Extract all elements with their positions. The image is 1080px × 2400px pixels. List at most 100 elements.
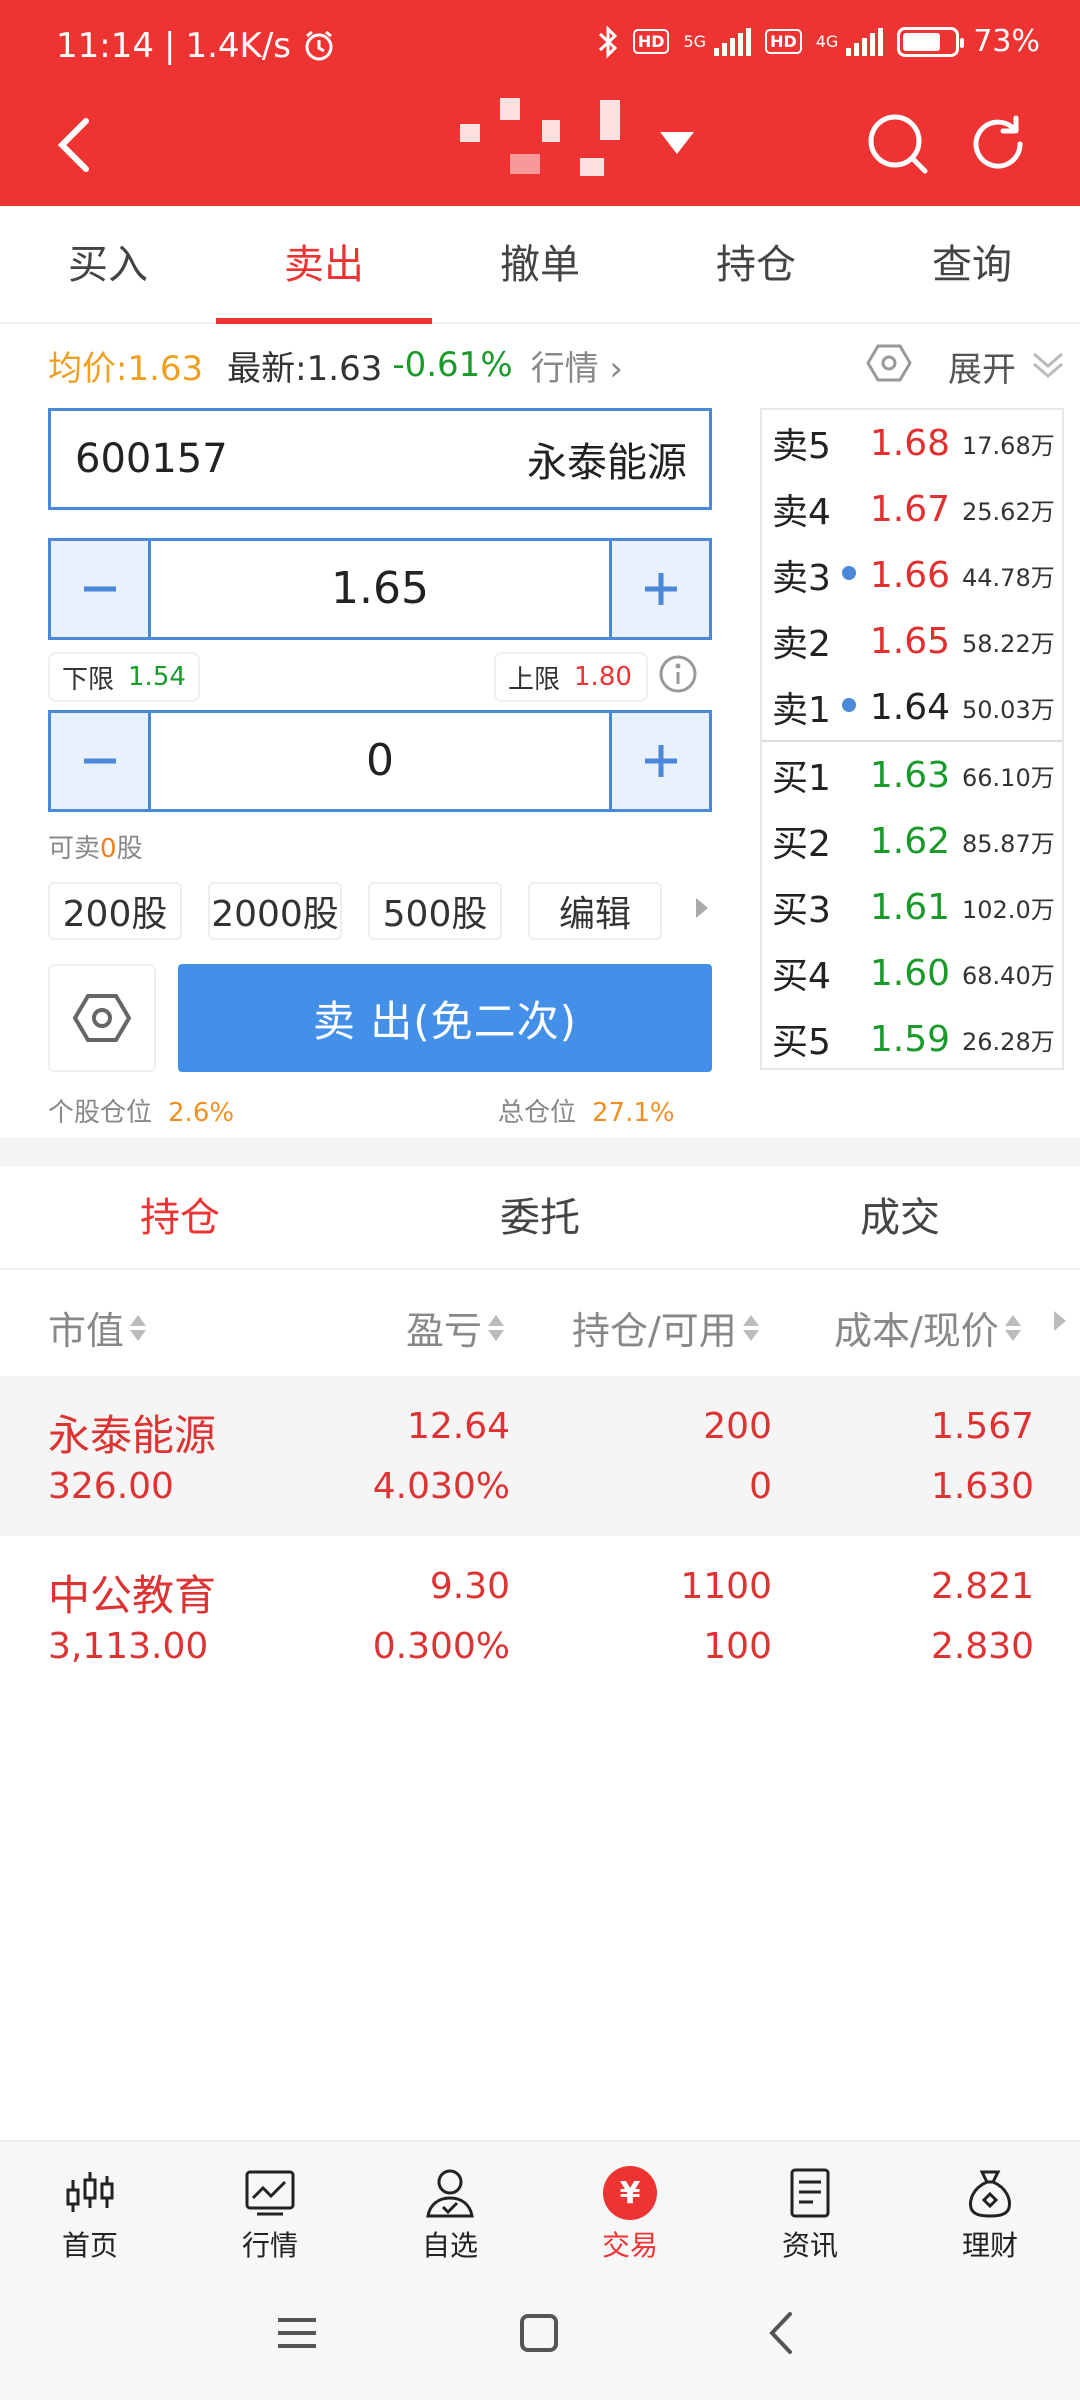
- quantity-input[interactable]: 0: [151, 713, 609, 809]
- sort-icon: [742, 1311, 759, 1345]
- tab-cancel[interactable]: 撤单: [432, 206, 648, 322]
- order-book-bids-row[interactable]: 买5 1.59 26.28万: [762, 1006, 1062, 1072]
- stock-code: 600157: [75, 436, 228, 482]
- column-position[interactable]: 持仓/可用: [572, 1300, 759, 1355]
- chevron-down-icon[interactable]: [1030, 344, 1066, 380]
- order-book-bids-row[interactable]: 买1 1.63 66.10万: [762, 742, 1062, 808]
- nav-home-label: 首页: [61, 2229, 118, 2262]
- holding-available: 0: [749, 1466, 772, 1507]
- stock-position-label: 个股仓位: [48, 1098, 153, 1128]
- document-icon: [790, 2168, 830, 2218]
- battery-icon: [897, 26, 965, 57]
- order-book-asks-row[interactable]: 卖4 1.67 25.62万: [762, 476, 1062, 542]
- nav-trade-label: 交易: [601, 2229, 658, 2262]
- account-title-masked[interactable]: [460, 98, 630, 182]
- tab-deals[interactable]: 成交: [720, 1166, 1080, 1268]
- stock-code-input[interactable]: 600157 永泰能源: [48, 408, 712, 510]
- holding-cost: 2.821: [930, 1566, 1034, 1607]
- holding-pnl-pct: 4.030%: [372, 1466, 510, 1507]
- column-cost-price[interactable]: 成本/现价: [834, 1300, 1021, 1355]
- chevron-right-icon[interactable]: [696, 898, 708, 918]
- nav-trade[interactable]: ¥ 交易: [540, 2142, 720, 2266]
- sort-icon: [130, 1311, 147, 1345]
- quick-qty-2000[interactable]: 2000股: [208, 882, 342, 940]
- quantity-minus-button[interactable]: [51, 713, 151, 809]
- column-market-value[interactable]: 市值: [48, 1300, 147, 1355]
- nav-news[interactable]: 资讯: [720, 2142, 900, 2266]
- back-icon[interactable]: [50, 115, 98, 175]
- order-book-bids-row[interactable]: 买4 1.60 68.40万: [762, 940, 1062, 1006]
- order-book-price: 1.63: [869, 754, 950, 796]
- price-plus-button[interactable]: [609, 541, 709, 637]
- plus-icon: [644, 745, 677, 777]
- market-link[interactable]: 行情 ›: [531, 341, 623, 390]
- order-book-price: 1.68: [869, 422, 950, 464]
- tab-sell[interactable]: 卖出: [216, 206, 432, 324]
- tab-positions[interactable]: 持仓: [0, 1166, 360, 1268]
- order-settings-button[interactable]: [48, 964, 156, 1072]
- user-check-icon: [426, 2169, 474, 2218]
- order-book-asks-row[interactable]: 卖1 1.64 50.03万: [762, 674, 1062, 740]
- lower-limit[interactable]: 下限 1.54: [48, 652, 200, 702]
- nav-market[interactable]: 行情: [180, 2142, 360, 2266]
- price-stepper: 1.65: [48, 538, 712, 640]
- home-square-icon[interactable]: [512, 2306, 566, 2360]
- table-row[interactable]: 中公教育 3,113.00 9.30 0.300% 1100 100 2.821…: [0, 1536, 1080, 1696]
- price-input[interactable]: 1.65: [151, 541, 609, 637]
- order-book-level-label: 卖4: [772, 492, 831, 533]
- quick-qty-500[interactable]: 500股: [368, 882, 502, 940]
- table-row[interactable]: 永泰能源 326.00 12.64 4.030% 200 0 1.567 1.6…: [0, 1376, 1080, 1536]
- tab-orders[interactable]: 委托: [360, 1166, 720, 1268]
- tab-buy[interactable]: 买入: [0, 206, 216, 322]
- info-icon[interactable]: [658, 654, 698, 694]
- order-book-level-label: 卖2: [772, 624, 831, 665]
- nav-home[interactable]: 首页: [0, 2142, 180, 2266]
- holdings-tabs: 持仓 委托 成交: [0, 1166, 1080, 1270]
- order-book-volume: 58.22万: [962, 629, 1055, 658]
- order-book-bids-row[interactable]: 买2 1.62 85.87万: [762, 808, 1062, 874]
- expand-toggle[interactable]: 展开: [948, 342, 1016, 391]
- quick-quantity-row: 200股 2000股 500股 编辑: [48, 882, 662, 940]
- total-position: 总仓位 27.1%: [498, 1092, 675, 1129]
- holding-position: 1100: [680, 1566, 772, 1607]
- sell-button[interactable]: 卖 出(免二次): [178, 964, 712, 1072]
- tab-query[interactable]: 查询: [864, 206, 1080, 322]
- order-book-asks-row[interactable]: 卖5 1.68 17.68万: [762, 410, 1062, 476]
- nav-wealth[interactable]: 理财: [900, 2142, 1080, 2266]
- tab-holdings[interactable]: 持仓: [648, 206, 864, 322]
- chevron-right-icon[interactable]: [1054, 1311, 1066, 1331]
- menu-icon[interactable]: [270, 2306, 324, 2360]
- holding-current: 1.630: [930, 1466, 1034, 1507]
- order-book-price: 1.64: [869, 686, 950, 728]
- upper-limit[interactable]: 上限 1.80: [494, 652, 648, 702]
- order-book-volume: 68.40万: [962, 961, 1055, 990]
- minus-icon: [83, 758, 116, 764]
- quick-qty-200[interactable]: 200股: [48, 882, 182, 940]
- quantity-plus-button[interactable]: [609, 713, 709, 809]
- lower-limit-label: 下限: [62, 664, 115, 695]
- upper-limit-value: 1.80: [574, 662, 632, 692]
- order-book-volume: 25.62万: [962, 497, 1055, 526]
- order-book-asks-row[interactable]: 卖3 1.66 44.78万: [762, 542, 1062, 608]
- bluetooth-icon: [598, 24, 617, 59]
- holdings-table-header: 市值 盈亏 持仓/可用 成本/现价: [0, 1270, 1080, 1374]
- dropdown-icon[interactable]: [660, 132, 694, 154]
- search-icon[interactable]: [866, 112, 930, 176]
- status-speed: 1.4K/s: [185, 26, 291, 66]
- order-book-asks-row[interactable]: 卖2 1.65 58.22万: [762, 608, 1062, 674]
- money-bag-icon: [969, 2170, 1011, 2218]
- nav-watchlist[interactable]: 自选: [360, 2142, 540, 2266]
- refresh-icon[interactable]: [966, 112, 1030, 176]
- order-book-bids-row[interactable]: 买3 1.61 102.0万: [762, 874, 1062, 940]
- back-triangle-icon[interactable]: [756, 2306, 810, 2360]
- order-book-level-label: 卖5: [772, 426, 831, 467]
- trade-tabs: 买入 卖出 撤单 持仓 查询: [0, 206, 1080, 324]
- price-minus-button[interactable]: [51, 541, 151, 637]
- sellable-text: 可卖0股: [48, 828, 143, 865]
- settings-hex-icon[interactable]: [866, 340, 912, 386]
- hd-badge: HD: [632, 29, 670, 54]
- holding-name: 永泰能源: [48, 1411, 217, 1460]
- quick-qty-edit[interactable]: 编辑: [528, 882, 662, 940]
- column-pnl[interactable]: 盈亏: [406, 1300, 505, 1355]
- holding-pnl-pct: 0.300%: [372, 1626, 510, 1667]
